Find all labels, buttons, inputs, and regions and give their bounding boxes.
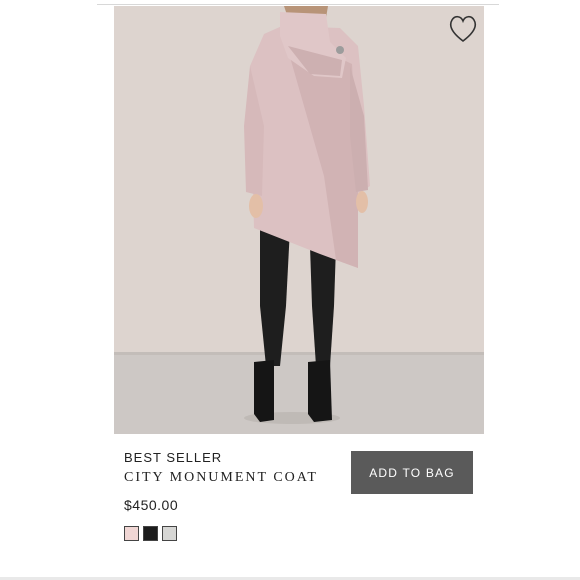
swatch-light-grey[interactable] [162, 526, 177, 541]
product-price: $450.00 [124, 497, 179, 513]
best-seller-badge: BEST SELLER [124, 450, 223, 465]
color-swatches [124, 526, 177, 541]
add-to-bag-button[interactable]: ADD TO BAG [351, 451, 473, 494]
product-card: BEST SELLER CITY MONUMENT COAT $450.00 A… [0, 0, 580, 580]
top-divider [97, 4, 499, 5]
swatch-black[interactable] [143, 526, 158, 541]
wishlist-heart-icon[interactable] [447, 14, 479, 44]
product-image[interactable] [114, 6, 484, 434]
product-name: CITY MONUMENT COAT [124, 470, 318, 485]
swatch-pink[interactable] [124, 526, 139, 541]
